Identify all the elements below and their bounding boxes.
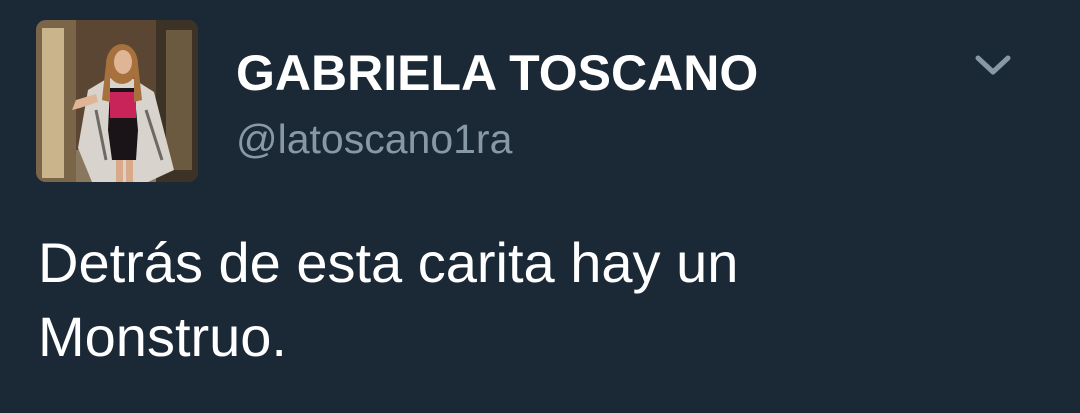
display-name[interactable]: GABRIELA TOSCANO <box>236 44 758 102</box>
tweet-text-line: Monstruo. <box>38 305 287 368</box>
tweet: GABRIELA TOSCANO @latoscano1ra Detrás de… <box>0 0 1080 413</box>
chevron-down-icon[interactable] <box>968 48 1018 84</box>
tweet-text: Detrás de esta carita hay un Monstruo. <box>38 226 1018 374</box>
tweet-text-line: Detrás de esta carita hay un <box>38 231 739 294</box>
avatar[interactable] <box>36 20 198 182</box>
user-handle[interactable]: @latoscano1ra <box>236 114 512 164</box>
